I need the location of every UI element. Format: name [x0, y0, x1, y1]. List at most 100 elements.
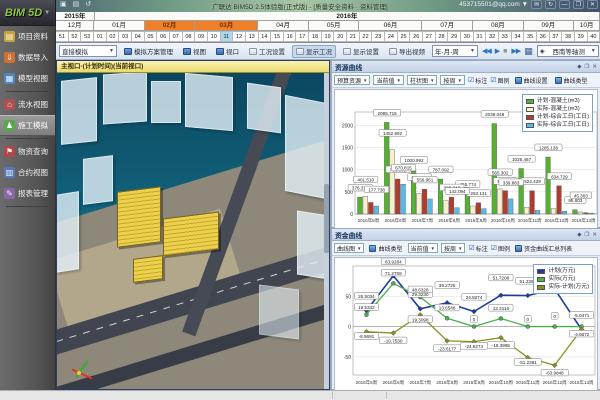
week-cell[interactable]: 27 [423, 31, 436, 42]
month-cell[interactable]: 09月 [524, 21, 575, 31]
week-cell[interactable]: 31 [474, 31, 487, 42]
pin-icon[interactable]: ◆ [577, 64, 581, 70]
week-cell[interactable]: 35 [524, 31, 537, 42]
week-cell[interactable]: 30 [461, 31, 474, 42]
panel-select[interactable]: 柱状图▼ [407, 75, 437, 85]
month-cell[interactable]: 04月 [258, 21, 309, 31]
week-cell[interactable]: 37 [550, 31, 563, 42]
show-condition-button[interactable]: 显示工况 [292, 45, 336, 58]
camera-view-select[interactable]: ◈ 西南等轴测▼ [537, 45, 599, 57]
week-cell[interactable]: 26 [410, 31, 423, 42]
week-cell[interactable]: 39 [575, 31, 588, 42]
panel-select[interactable]: 当前值▼ [408, 243, 438, 253]
maximize-button[interactable]: ❐ [573, 0, 584, 9]
week-cell[interactable]: 36 [537, 31, 550, 42]
week-cell[interactable]: 40 [588, 31, 600, 42]
viewport-tab[interactable]: 主视口-(计划时间)(当前视口) [57, 61, 329, 73]
week-cell[interactable]: 14 [259, 31, 272, 42]
month-cell[interactable]: 12月 [56, 21, 94, 31]
week-cell[interactable]: 07 [170, 31, 183, 42]
week-cell[interactable]: 17 [296, 31, 309, 42]
scheme-manage-button[interactable]: 模拟方案管理 [121, 45, 176, 58]
week-cell[interactable]: 11 [221, 31, 234, 42]
week-cell[interactable]: 15 [271, 31, 284, 42]
week-cell[interactable]: 02 [107, 31, 120, 42]
month-cell[interactable]: 02月 [145, 21, 196, 31]
week-cell[interactable]: 18 [309, 31, 322, 42]
week-cell[interactable]: 16 [284, 31, 297, 42]
week-cell[interactable]: 09 [195, 31, 208, 42]
fast-forward-icon[interactable]: ▶▶ [511, 47, 520, 55]
week-cell[interactable]: 33 [499, 31, 512, 42]
float-icon[interactable]: ❐ [584, 232, 589, 238]
granularity-select[interactable]: 年-月-周▼ [432, 45, 478, 57]
month-cell[interactable]: 07月 [422, 21, 473, 31]
week-cell[interactable]: 01 [94, 31, 107, 42]
refresh-icon[interactable]: ↻ [545, 0, 556, 9]
grid-icon[interactable]: ▦ [524, 46, 533, 57]
sidebar-item-4[interactable]: ⌂流水视图 [0, 94, 55, 115]
viewport-scrollbar[interactable] [324, 73, 329, 389]
week-cell[interactable]: 52 [69, 31, 82, 42]
month-cell[interactable]: 10月 [574, 21, 600, 31]
week-cell[interactable]: 04 [132, 31, 145, 42]
month-cell[interactable]: 06月 [359, 21, 422, 31]
work-condition-button[interactable]: 工况设置 [246, 45, 288, 58]
sidebar-item-8[interactable]: ✎报表管理 [0, 183, 55, 204]
week-cell[interactable]: 32 [486, 31, 499, 42]
app-logo[interactable]: BIM 5D ▼ [0, 0, 56, 26]
panel-select[interactable]: 按周▼ [440, 75, 464, 85]
week-cell[interactable]: 10 [208, 31, 221, 42]
week-cell[interactable]: 08 [183, 31, 196, 42]
month-cell[interactable]: 08月 [473, 21, 524, 31]
year-cell[interactable]: 2015年 [56, 12, 95, 21]
sidebar-item-2[interactable]: ⇓数据导入 [0, 47, 55, 68]
float-icon[interactable]: ❐ [584, 64, 589, 70]
sidebar-item-7[interactable]: ▥合约视图 [0, 162, 55, 183]
close-button[interactable]: ✕ [587, 0, 598, 9]
simulation-scheme-select[interactable]: 直接模拟▼ [59, 45, 117, 57]
panel-select[interactable]: 按周▼ [441, 243, 465, 253]
mail-icon[interactable]: ✉ [531, 0, 542, 9]
week-cell[interactable]: 13 [246, 31, 259, 42]
week-cell[interactable]: 25 [398, 31, 411, 42]
close-icon[interactable]: ✕ [592, 64, 597, 70]
week-cell[interactable]: 53 [81, 31, 94, 42]
week-cell[interactable]: 23 [372, 31, 385, 42]
panel-checkbox[interactable]: ☑标注 [468, 76, 487, 85]
month-cell[interactable]: 01月 [94, 21, 145, 31]
week-cell[interactable]: 38 [562, 31, 575, 42]
panel-button[interactable]: 资金曲线汇总列表 [513, 243, 574, 254]
panel-select[interactable]: 预算资源▼ [334, 75, 370, 85]
panel-button[interactable]: 曲线类型 [553, 75, 590, 86]
panel-checkbox[interactable]: ☑图例 [491, 244, 510, 253]
scrollbar-thumb[interactable] [324, 184, 329, 254]
week-cell[interactable]: 03 [119, 31, 132, 42]
panel-select[interactable]: 曲线图▼ [334, 243, 364, 253]
pin-icon[interactable]: ◆ [577, 232, 581, 238]
week-cell[interactable]: 19 [322, 31, 335, 42]
sidebar-item-6[interactable]: ⚑物资查询 [0, 141, 55, 162]
week-cell[interactable]: 29 [448, 31, 461, 42]
sidebar-item-1[interactable]: ▤项目资料 [0, 26, 55, 47]
panel-button[interactable]: 曲线设置 [513, 75, 550, 86]
week-cell[interactable]: 34 [512, 31, 525, 42]
month-cell[interactable]: 05月 [309, 21, 360, 31]
show-settings-button[interactable]: 显示设置 [340, 45, 382, 58]
3d-scene-canvas[interactable] [57, 73, 329, 389]
sidebar-item-3[interactable]: ▦模型视图 [0, 68, 55, 89]
panel-select[interactable]: 当前值▼ [373, 75, 403, 85]
rewind-icon[interactable]: ◀◀ [482, 47, 491, 55]
export-video-button[interactable]: 导出视频 [386, 45, 428, 58]
week-cell[interactable]: 12 [233, 31, 246, 42]
week-cell[interactable]: 20 [334, 31, 347, 42]
week-cell[interactable]: 28 [436, 31, 449, 42]
panel-checkbox[interactable]: ☑标注 [468, 244, 487, 253]
week-cell[interactable]: 24 [385, 31, 398, 42]
account-dropdown[interactable]: 453715501@qq.com ▼ [459, 1, 528, 8]
viewport-button[interactable]: 视口 [213, 45, 242, 58]
minimize-button[interactable]: — [559, 0, 570, 9]
stop-icon[interactable]: ■ [503, 48, 507, 55]
week-cell[interactable]: 51 [56, 31, 69, 42]
panel-button[interactable]: 曲线类型 [367, 243, 404, 254]
